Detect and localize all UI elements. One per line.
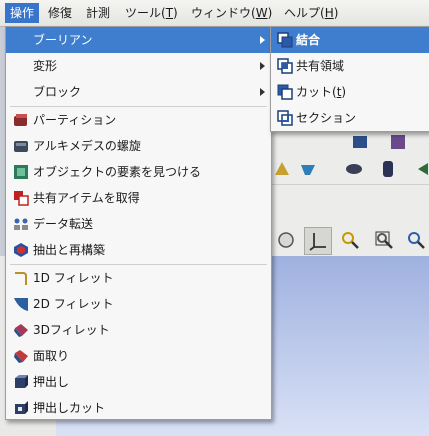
menu-item-boolean[interactable]: ブーリアン — [6, 27, 271, 53]
operations-menu: ブーリアン 変形 ブロック パーティション アルキメデスの螺旋 オブジェクトの要… — [5, 26, 272, 420]
toolbar-tool-icon[interactable] — [350, 132, 370, 152]
submenu-arrow-icon — [260, 88, 265, 96]
axis-view-button[interactable] — [304, 227, 332, 255]
zoom-area-icon[interactable] — [374, 230, 394, 250]
extrusion-icon — [15, 375, 28, 388]
find-element-icon — [14, 165, 28, 179]
toolbar-row-1 — [270, 130, 429, 155]
cut-icon — [277, 84, 293, 100]
menu-item-fillet-1d[interactable]: 1D フィレット — [6, 265, 271, 291]
menu-item-fillet-2d[interactable]: 2D フィレット — [6, 291, 271, 317]
menubar-item-window[interactable]: ウィンドウ(W) — [186, 3, 277, 23]
extrusion-cut-icon — [15, 401, 28, 414]
disk-tool-icon[interactable] — [344, 159, 364, 179]
menu-item-blocks[interactable]: ブロック — [6, 79, 271, 105]
submenu-item-fuse[interactable]: 結合 — [271, 27, 429, 53]
cylinder-tool-icon[interactable] — [378, 159, 398, 179]
toolbar-row-3 — [270, 224, 429, 257]
menubar-item-operations[interactable]: 操作 — [5, 3, 40, 23]
submenu-arrow-icon — [260, 62, 265, 70]
menu-item-archimedes[interactable]: アルキメデスの螺旋 — [6, 133, 271, 159]
menu-item-data-transfer[interactable]: データ転送 — [6, 211, 271, 237]
menubar-item-measure[interactable]: 計測 — [81, 3, 115, 23]
submenu-item-cut[interactable]: カット(t) — [271, 79, 429, 105]
toolbar-tool-icon[interactable] — [388, 132, 408, 152]
toolbar-row-2 — [270, 154, 429, 185]
chamfer-tool-icon[interactable] — [272, 159, 292, 179]
menu-item-extract-rebuild[interactable]: 抽出と再構築 — [6, 237, 271, 263]
menu-item-find-element[interactable]: オブジェクトの要素を見つける — [6, 159, 271, 185]
submenu-item-common[interactable]: 共有領域 — [271, 53, 429, 79]
menu-item-extrusion[interactable]: 押出し — [6, 369, 271, 395]
data-transfer-icon — [14, 218, 28, 230]
submenu-arrow-icon — [260, 36, 265, 44]
menubar-item-tools[interactable]: ツール(T) — [120, 3, 183, 23]
fillet-1d-icon — [15, 272, 27, 285]
zoom-icon[interactable] — [340, 230, 360, 250]
archimedes-spiral-icon — [14, 141, 28, 152]
menu-item-partition[interactable]: パーティション — [6, 107, 271, 133]
arrow-tool-icon[interactable] — [416, 159, 429, 179]
fillet-2d-icon — [14, 298, 28, 311]
submenu-item-section[interactable]: セクション — [271, 105, 429, 131]
menu-item-shared-items[interactable]: 共有アイテムを取得 — [6, 185, 271, 211]
fillet-tool-icon[interactable] — [298, 159, 318, 179]
shared-items-icon — [14, 191, 29, 206]
menubar-item-repair[interactable]: 修復 — [43, 3, 77, 23]
fillet-3d-icon — [14, 324, 28, 337]
menu-item-fillet-3d[interactable]: 3Dフィレット — [6, 317, 271, 343]
menubar-item-help[interactable]: ヘルプ(H) — [279, 3, 343, 23]
menu-item-extrusion-cut[interactable]: 押出しカット — [6, 395, 271, 421]
extract-rebuild-icon — [14, 243, 28, 257]
chamfer-icon — [14, 350, 28, 363]
common-icon — [277, 58, 293, 74]
menu-item-transformation[interactable]: 変形 — [6, 53, 271, 79]
boolean-submenu: 結合 共有領域 カット(t) セクション — [270, 26, 429, 132]
menu-item-chamfer[interactable]: 面取り — [6, 343, 271, 369]
fuse-icon — [277, 32, 293, 48]
section-icon — [277, 110, 293, 126]
circle-view-icon[interactable] — [276, 230, 296, 250]
menubar: 操作 修復 計測 ツール(T) ウィンドウ(W) ヘルプ(H) — [0, 0, 429, 27]
partition-icon — [14, 114, 27, 126]
zoom-fit-icon[interactable] — [406, 230, 426, 250]
